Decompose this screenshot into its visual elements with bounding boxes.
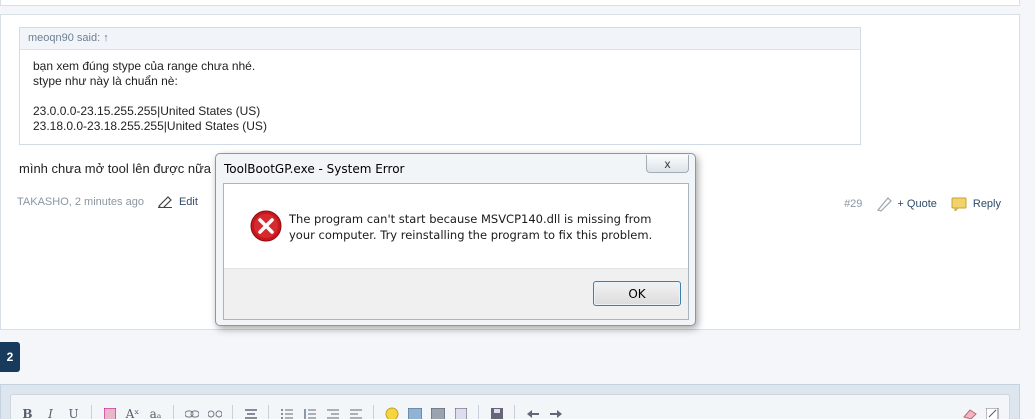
quote-label: + Quote [897, 198, 937, 210]
toolbar-divider [373, 405, 374, 419]
toolbar-divider [91, 405, 92, 419]
quote-icon [877, 197, 893, 212]
reply-editor: B I U Aˣ aₐ [0, 384, 1020, 419]
undo-icon[interactable] [524, 405, 541, 419]
image-icon[interactable] [406, 405, 423, 419]
post-meta: TAKASHO, 2 minutes ago Edit [17, 196, 198, 208]
post-message: mình chưa mở tool lên được nữa [19, 161, 212, 176]
reply-button[interactable]: Reply [951, 197, 1001, 211]
code-icon[interactable] [452, 405, 469, 419]
quote-line: 23.18.0.0-23.18.255.255|United States (U… [33, 119, 267, 133]
font-size-button[interactable]: Aˣ [124, 405, 141, 419]
pencil-icon [157, 196, 172, 208]
toolbar-divider [268, 405, 269, 419]
italic-button[interactable]: I [42, 405, 59, 419]
edit-label: Edit [178, 196, 198, 208]
quote-line [33, 89, 847, 104]
bold-button[interactable]: B [19, 405, 36, 419]
align-icon[interactable] [242, 405, 259, 419]
ok-button[interactable]: OK [593, 281, 681, 306]
previous-post-bottom [0, 0, 1020, 6]
font-family-button[interactable]: aₐ [147, 405, 164, 419]
quote-body: bạn xem đúng stype của range chưa nhé. s… [20, 50, 860, 143]
quote-author[interactable]: meoqn90 said: ↑ [20, 28, 860, 50]
media-icon[interactable] [429, 405, 446, 419]
toolbar-divider [232, 405, 233, 419]
page-number-button[interactable]: 2 [0, 342, 20, 372]
text-color-icon[interactable] [101, 405, 118, 419]
quote-line: 23.0.0.0-23.15.255.255|United States (US… [33, 104, 261, 118]
link-icon[interactable] [183, 405, 200, 419]
dialog-message: The program can't start because MSVCP140… [289, 212, 653, 242]
editor-toolbar: B I U Aˣ aₐ [10, 394, 1010, 419]
outdent-icon[interactable] [324, 405, 341, 419]
dialog-content: The program can't start because MSVCP140… [223, 183, 689, 320]
toolbar-divider [173, 405, 174, 419]
post-actions: #29 + Quote Reply [844, 196, 1001, 212]
quote-block: meoqn90 said: ↑ bạn xem đúng stype của r… [19, 27, 861, 145]
source-mode-icon[interactable] [984, 405, 1001, 419]
unlink-icon[interactable] [206, 405, 223, 419]
indent-icon[interactable] [347, 405, 364, 419]
smilie-icon[interactable] [383, 405, 400, 419]
underline-button[interactable]: U [65, 405, 82, 419]
reply-label: Reply [972, 198, 1001, 210]
bullet-list-icon[interactable] [278, 405, 295, 419]
save-draft-icon[interactable] [488, 405, 505, 419]
quote-button[interactable]: + Quote [876, 196, 937, 212]
dialog-message-area: The program can't start because MSVCP140… [224, 184, 688, 268]
toolbar-divider [478, 405, 479, 419]
numbered-list-icon[interactable] [301, 405, 318, 419]
quote-line: bạn xem đúng stype của range chưa nhé. [33, 59, 256, 73]
reply-icon [951, 197, 967, 211]
edit-link[interactable]: Edit [157, 196, 198, 208]
redo-icon[interactable] [547, 405, 564, 419]
toolbar-divider [514, 405, 515, 419]
dialog-footer: OK [224, 268, 688, 319]
post-number[interactable]: #29 [844, 198, 862, 210]
quote-line: stype như này là chuẩn nè: [33, 74, 178, 88]
error-icon [250, 210, 282, 242]
dialog-title: ToolBootGP.exe - System Error [224, 162, 405, 176]
system-error-dialog: ToolBootGP.exe - System Error x The prog… [215, 153, 696, 326]
post-author-date[interactable]: TAKASHO, 2 minutes ago [17, 196, 144, 208]
dialog-close-button[interactable]: x [646, 155, 689, 173]
eraser-icon[interactable] [961, 405, 978, 419]
